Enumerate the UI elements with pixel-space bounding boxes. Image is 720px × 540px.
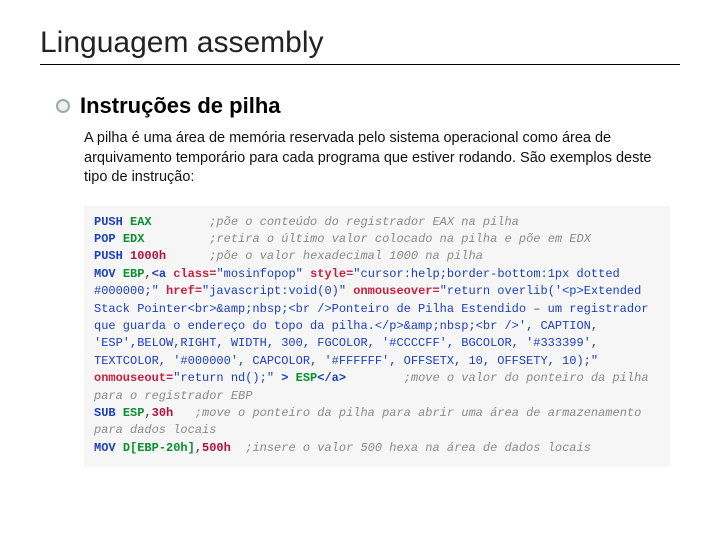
subhead-text: Instruções de pilha <box>80 93 281 119</box>
bullet-icon <box>56 99 70 113</box>
code-line-5: SUB ESP,30h ;move o ponteiro da pilha pa… <box>94 405 660 440</box>
code-line-1: PUSH EAX ;põe o conteúdo do registrador … <box>94 214 660 231</box>
subhead-row: Instruções de pilha <box>56 93 680 119</box>
title-underline <box>40 64 680 65</box>
code-line-6: MOV D[EBP-20h],500h ;insere o valor 500 … <box>94 440 660 457</box>
code-block: PUSH EAX ;põe o conteúdo do registrador … <box>84 206 670 467</box>
code-line-4: MOV EBP,<a class="mosinfopop" style="cur… <box>94 266 660 405</box>
body-paragraph: A pilha é uma área de memória reservada … <box>84 129 660 188</box>
code-line-3: PUSH 1000h ;põe o valor hexadecimal 1000… <box>94 248 660 265</box>
slide-title: Linguagem assembly <box>40 26 680 60</box>
code-line-2: POP EDX ;retira o último valor colocado … <box>94 231 660 248</box>
